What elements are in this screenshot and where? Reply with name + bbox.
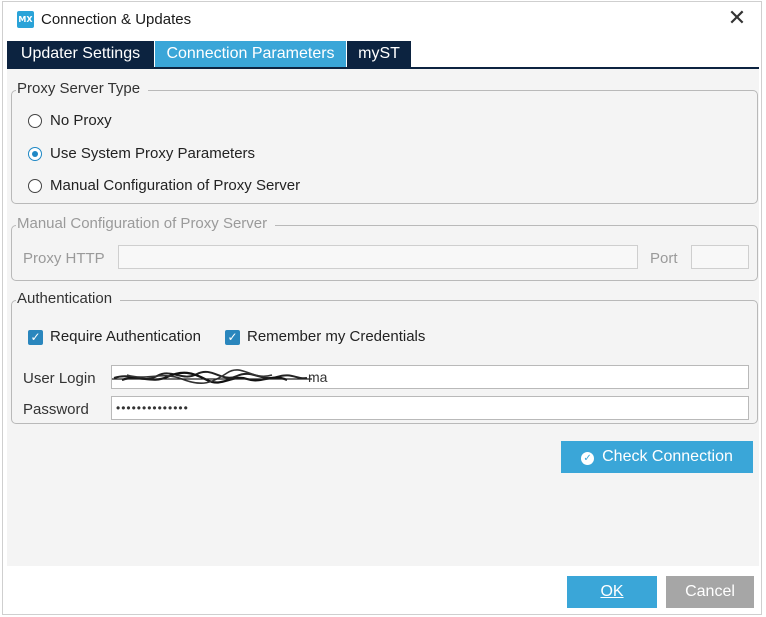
radio-button-icon[interactable] bbox=[28, 114, 42, 128]
password-label: Password bbox=[23, 401, 89, 418]
authentication-legend: Authentication bbox=[16, 290, 121, 307]
cancel-button[interactable]: Cancel bbox=[666, 576, 754, 608]
user-login-input[interactable]: ma bbox=[111, 365, 749, 389]
connection-updates-dialog: MX Connection & Updates ✕ Updater Settin… bbox=[2, 1, 762, 615]
proxy-http-label: Proxy HTTP bbox=[23, 250, 105, 267]
close-icon[interactable]: ✕ bbox=[723, 7, 751, 33]
ok-button[interactable]: OK bbox=[567, 576, 657, 608]
user-login-label: User Login bbox=[23, 370, 96, 387]
authentication-group: Authentication ✓ Require Authentication … bbox=[11, 290, 758, 424]
checkbox-label: Remember my Credentials bbox=[247, 328, 426, 345]
tab-connection-parameters[interactable]: Connection Parameters bbox=[155, 41, 346, 67]
checkbox-checked-icon[interactable]: ✓ bbox=[225, 330, 240, 345]
check-connection-label: Check Connection bbox=[602, 448, 733, 465]
radio-button-icon[interactable] bbox=[28, 179, 42, 193]
radio-button-selected-icon[interactable] bbox=[28, 147, 42, 161]
tab-updater-settings[interactable]: Updater Settings bbox=[7, 41, 154, 67]
checkbox-checked-icon[interactable]: ✓ bbox=[28, 330, 43, 345]
tab-myst[interactable]: myST bbox=[347, 41, 411, 67]
password-input[interactable]: •••••••••••••• bbox=[111, 396, 749, 420]
port-label: Port bbox=[650, 250, 678, 267]
check-circle-icon: ✓ bbox=[581, 452, 595, 465]
user-login-visible-text: ma bbox=[308, 369, 328, 385]
proxy-http-input[interactable] bbox=[118, 245, 638, 269]
connection-parameters-panel: Proxy Server Type No Proxy Use System Pr… bbox=[7, 69, 759, 566]
radio-label: Use System Proxy Parameters bbox=[50, 145, 256, 162]
manual-configuration-legend: Manual Configuration of Proxy Server bbox=[16, 215, 276, 232]
checkbox-label: Require Authentication bbox=[50, 328, 201, 345]
window-title: Connection & Updates bbox=[41, 11, 192, 28]
dialog-footer: OK Cancel bbox=[3, 566, 761, 614]
radio-label: No Proxy bbox=[50, 112, 112, 129]
title-bar: MX Connection & Updates ✕ bbox=[3, 2, 761, 38]
tab-bar: Updater Settings Connection Parameters m… bbox=[7, 41, 759, 69]
proxy-server-type-group: Proxy Server Type No Proxy Use System Pr… bbox=[11, 80, 758, 204]
check-connection-button[interactable]: ✓ Check Connection bbox=[561, 441, 753, 473]
stm32cubemx-app-icon: MX bbox=[17, 11, 34, 28]
port-input[interactable] bbox=[691, 245, 749, 269]
radio-label: Manual Configuration of Proxy Server bbox=[50, 177, 301, 194]
proxy-server-type-legend: Proxy Server Type bbox=[16, 80, 149, 97]
redaction-scribble bbox=[112, 369, 312, 385]
manual-configuration-group: Manual Configuration of Proxy Server Pro… bbox=[11, 215, 758, 281]
